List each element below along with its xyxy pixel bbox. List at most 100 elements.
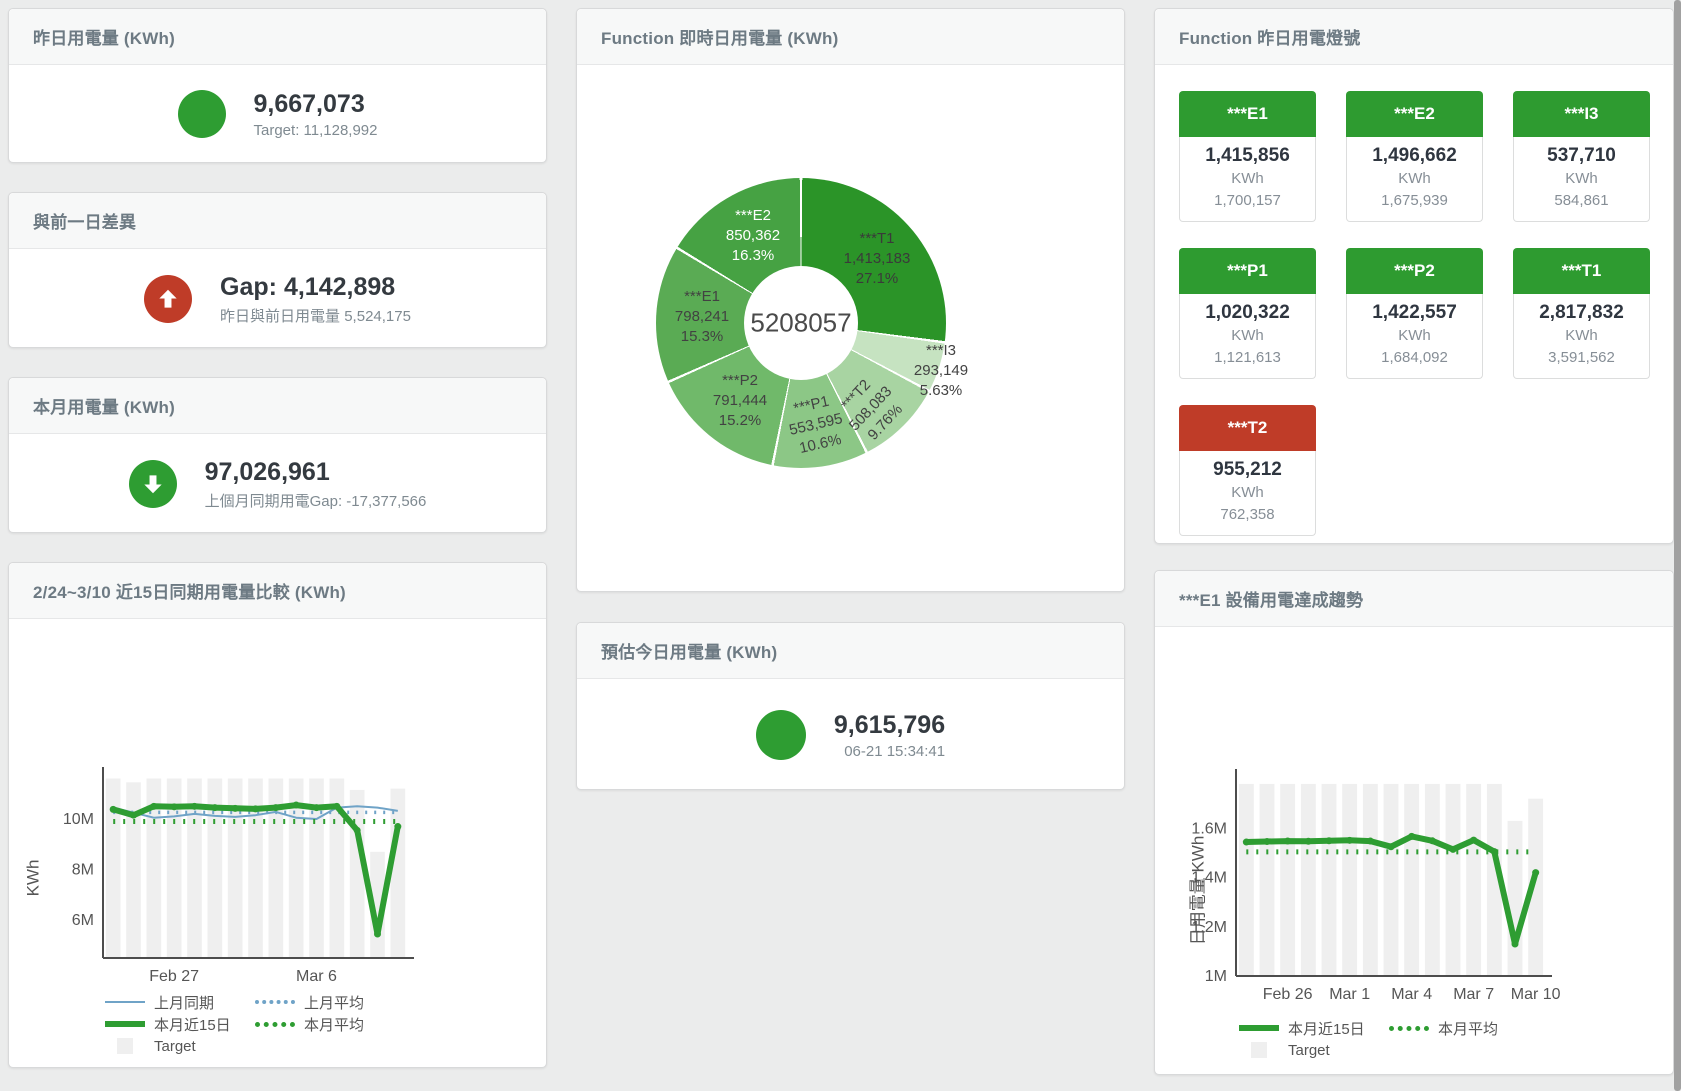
- day-gap-stat-text: Gap: 4,142,898 昨日與前日用電量 5,524,175: [220, 272, 411, 326]
- card-compare15-header: 2/24~3/10 近15日同期用電量比較 (KWh): [9, 563, 546, 619]
- svg-text:8M: 8M: [72, 862, 94, 879]
- tile-target: 762,358: [1180, 504, 1315, 526]
- card-day-gap-body: Gap: 4,142,898 昨日與前日用電量 5,524,175: [9, 249, 546, 348]
- status-tile-grid: ***E11,415,856KWh1,700,157 ***E2 1,496,662…: [1155, 65, 1673, 536]
- month-stat-text: 97,026,961 上個月同期用電Gap: -17,377,566: [205, 457, 427, 511]
- column-left: 昨日用電量 (KWh) 9,667,073 Target: 11,128,992…: [8, 8, 547, 1068]
- tile-unit: KWh: [1180, 325, 1315, 347]
- donut-slice-label-I3: ***I3293,1495.63%: [914, 341, 968, 401]
- tile-unit: KWh: [1514, 325, 1649, 347]
- legend-label: Target: [1288, 1042, 1330, 1059]
- card-yesterday-lights: Function 昨日用電燈號 ***E11,415,856KWh1,700,1…: [1154, 8, 1674, 544]
- tile-name: ***E2: [1346, 91, 1483, 137]
- legend-item-本月近15日[interactable]: 本月近15日: [105, 1014, 255, 1035]
- tile-value: 1,496,662: [1347, 144, 1482, 168]
- estimate-stat-text: 9,615,796 06-21 15:34:41: [834, 710, 945, 760]
- yesterday-target: Target: 11,128,992: [254, 122, 378, 139]
- tile-name: ***P1: [1179, 248, 1316, 294]
- legend-label: 本月平均: [304, 1014, 364, 1035]
- svg-text:1.6M: 1.6M: [1191, 820, 1227, 837]
- tile-body: 1,422,557KWh1,684,092: [1346, 294, 1483, 379]
- legend-item-本月近15日[interactable]: 本月近15日: [1239, 1018, 1389, 1039]
- tile-target: 3,591,562: [1514, 347, 1649, 369]
- legend-label: 上月同期: [154, 992, 214, 1013]
- card-yesterday-title: 昨日用電量 (KWh): [33, 24, 175, 49]
- legend-label: 本月近15日: [154, 1014, 231, 1035]
- arrow-up-circle-icon: [144, 275, 192, 323]
- card-day-gap-header: 與前一日差異: [9, 193, 546, 249]
- tile-value: 537,710: [1514, 144, 1649, 168]
- tile-value: 1,020,322: [1180, 301, 1315, 325]
- legend-item-上月同期[interactable]: 上月同期: [105, 992, 255, 1013]
- tile-body: 955,212KWh762,358: [1179, 451, 1316, 536]
- card-estimate-today: 預估今日用電量 (KWh) 9,615,796 06-21 15:34:41: [576, 622, 1125, 790]
- column-middle: Function 即時日用電量 (KWh) 5208057 ***T11,413,…: [576, 8, 1125, 790]
- estimate-value: 9,615,796: [834, 710, 945, 740]
- card-month-header: 本月用電量 (KWh): [9, 378, 546, 434]
- tile-name: ***P2: [1346, 248, 1483, 294]
- yesterday-stat-text: 9,667,073 Target: 11,128,992: [254, 89, 378, 139]
- status-tile-T2: ***T2955,212KWh762,358: [1179, 405, 1316, 536]
- svg-text:Feb 26: Feb 26: [1263, 986, 1313, 1003]
- legend-item-本月平均[interactable]: 本月平均: [1389, 1018, 1539, 1039]
- legend-label: 上月平均: [304, 992, 364, 1013]
- arrow-down-circle-icon: [129, 460, 177, 508]
- card-lights-title: Function 昨日用電燈號: [1179, 24, 1360, 49]
- card-lights-header: Function 昨日用電燈號: [1155, 9, 1673, 65]
- tile-unit: KWh: [1180, 168, 1315, 190]
- tile-target: 1,675,939: [1347, 190, 1482, 212]
- card-estimate-title: 預估今日用電量 (KWh): [601, 638, 777, 663]
- card-day-gap-title: 與前一日差異: [33, 208, 136, 233]
- donut-slice-label-P2: ***P2791,44415.2%: [713, 371, 767, 431]
- day-gap-value: Gap: 4,142,898: [220, 272, 411, 302]
- card-realtime-title: Function 即時日用電量 (KWh): [601, 24, 838, 49]
- legend-item-Target[interactable]: Target: [1239, 1042, 1389, 1059]
- card-realtime-donut: Function 即時日用電量 (KWh) 5208057 ***T11,413,…: [576, 8, 1125, 592]
- e1trend-legend: 本月近15日 本月平均 Target: [1239, 1017, 1539, 1061]
- legend-label: 本月平均: [1438, 1018, 1498, 1039]
- legend-item-上月平均[interactable]: 上月平均: [255, 992, 405, 1013]
- column-right: Function 昨日用電燈號 ***E11,415,856KWh1,700,1…: [1154, 8, 1674, 1075]
- compare15-chart-area: 6M8M10MFeb 27Mar 6KWh上月同期上月平均本月近15日本月平均T…: [9, 619, 546, 1068]
- month-sub: 上個月同期用電Gap: -17,377,566: [205, 490, 427, 511]
- compare15-plot: 6M8M10MFeb 27Mar 6: [9, 619, 548, 989]
- tile-value: 2,817,832: [1514, 301, 1649, 325]
- card-month-usage: 本月用電量 (KWh) 97,026,961 上個月同期用電Gap: -17,3…: [8, 377, 547, 533]
- legend-line-swatch-icon: [105, 1021, 145, 1027]
- page-scrollbar[interactable]: [1674, 0, 1681, 1091]
- e1trend-plot: 1M1.2M1.4M1.6MFeb 26Mar 1Mar 4Mar 7Mar 1…: [1155, 627, 1675, 1009]
- status-tile-I3: ***I3537,710KWh584,861: [1513, 91, 1650, 222]
- legend-label: 本月近15日: [1288, 1018, 1365, 1039]
- card-estimate-header: 預估今日用電量 (KWh): [577, 623, 1124, 679]
- donut-slice-label-T1: ***T11,413,18327.1%: [844, 229, 911, 289]
- svg-text:10M: 10M: [63, 811, 94, 828]
- tile-target: 1,684,092: [1347, 347, 1482, 369]
- card-yesterday-body: 9,667,073 Target: 11,128,992: [9, 65, 546, 163]
- legend-line-swatch-icon: [255, 1000, 295, 1004]
- realtime-donut-chart: 5208057 ***T11,413,18327.1%***I3293,1495.…: [577, 65, 1124, 592]
- status-tile-T1: ***T12,817,832KWh3,591,562: [1513, 248, 1650, 379]
- tile-target: 1,121,613: [1180, 347, 1315, 369]
- status-tile-P1: ***P11,020,322KWh1,121,613: [1179, 248, 1316, 379]
- card-compare15-title: 2/24~3/10 近15日同期用電量比較 (KWh): [33, 578, 346, 603]
- legend-item-Target[interactable]: Target: [105, 1038, 255, 1055]
- card-e1-trend-chart: ***E1 設備用電達成趨勢 1M1.2M1.4M1.6MFeb 26Mar 1…: [1154, 570, 1674, 1075]
- legend-line-swatch-icon: [105, 1001, 145, 1003]
- tile-name: ***E1: [1179, 91, 1316, 137]
- e1-trend-chart-area: 1M1.2M1.4M1.6MFeb 26Mar 1Mar 4Mar 7Mar 1…: [1155, 627, 1673, 1075]
- card-e1-trend-header: ***E1 設備用電達成趨勢: [1155, 571, 1673, 627]
- tile-body: 2,817,832KWh3,591,562: [1513, 294, 1650, 379]
- legend-target-swatch-icon: [1251, 1042, 1267, 1058]
- donut-center-total: 5208057: [750, 308, 851, 339]
- tile-body: 1,020,322KWh1,121,613: [1179, 294, 1316, 379]
- tile-target: 584,861: [1514, 190, 1649, 212]
- svg-text:Mar 4: Mar 4: [1391, 986, 1432, 1003]
- status-tile-E2: ***E21,496,662KWh1,675,939: [1346, 91, 1483, 222]
- yesterday-value: 9,667,073: [254, 89, 378, 119]
- svg-text:Mar 10: Mar 10: [1511, 986, 1561, 1003]
- legend-target-swatch-icon: [117, 1038, 133, 1054]
- tile-name: ***I3: [1513, 91, 1650, 137]
- donut-slice-label-E1: ***E1798,24115.3%: [675, 287, 729, 347]
- status-tile-E1: ***E11,415,856KWh1,700,157: [1179, 91, 1316, 222]
- legend-item-本月平均[interactable]: 本月平均: [255, 1014, 405, 1035]
